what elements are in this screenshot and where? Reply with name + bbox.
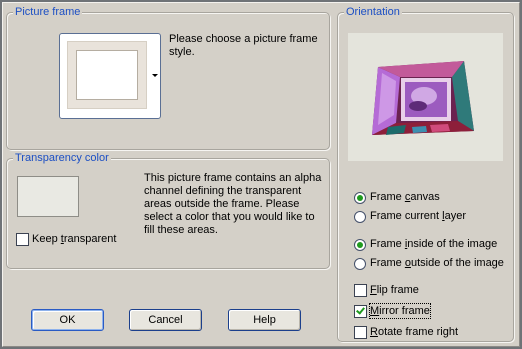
help-button[interactable]: Help — [228, 309, 301, 331]
frame-canvas-label[interactable]: Frame canvas — [370, 190, 440, 204]
picture-frame-group-title: Picture frame — [13, 5, 83, 19]
keep-transparent-label[interactable]: Keep transparent — [32, 232, 116, 246]
frame-outside-radio[interactable] — [354, 258, 366, 270]
flip-frame-label[interactable]: Flip frame — [370, 283, 419, 297]
ok-button[interactable]: OK — [31, 309, 104, 331]
orientation-group-title: Orientation — [344, 5, 402, 19]
frame-current-layer-label[interactable]: Frame current layer — [370, 209, 466, 223]
rotate-frame-right-label[interactable]: Rotate frame right — [370, 325, 458, 339]
rotate-frame-right-checkbox[interactable] — [354, 326, 367, 339]
frame-preview-picture — [348, 33, 503, 161]
mirror-frame-checkbox[interactable] — [354, 305, 367, 318]
chevron-down-icon — [152, 74, 158, 77]
frame-style-description: Please choose a picture frame style. — [169, 33, 318, 58]
mirror-frame-label[interactable]: Mirror frame — [369, 303, 431, 319]
cancel-button[interactable]: Cancel — [129, 309, 202, 331]
transparency-color-swatch[interactable] — [17, 176, 79, 217]
flip-frame-checkbox[interactable] — [354, 284, 367, 297]
frame-inside-label[interactable]: Frame inside of the image — [370, 237, 497, 251]
frame-current-layer-radio[interactable] — [354, 211, 366, 223]
transparency-group-title: Transparency color — [13, 151, 111, 165]
picture-frame-dialog: Picture frame Please choose a picture fr… — [2, 2, 520, 347]
picture-frame-group: Picture frame Please choose a picture fr… — [6, 5, 330, 150]
transparency-description: This picture frame contains an alpha cha… — [144, 172, 322, 236]
keep-transparent-checkbox[interactable] — [16, 233, 29, 246]
frame-canvas-radio[interactable] — [354, 192, 366, 204]
frame-inside-radio[interactable] — [354, 239, 366, 251]
frame-style-preview — [67, 41, 147, 109]
frame-style-dropdown[interactable] — [59, 33, 161, 119]
frame-outside-label[interactable]: Frame outside of the image — [370, 256, 504, 270]
checkmark-icon — [356, 305, 365, 315]
orientation-preview-image — [348, 33, 503, 161]
